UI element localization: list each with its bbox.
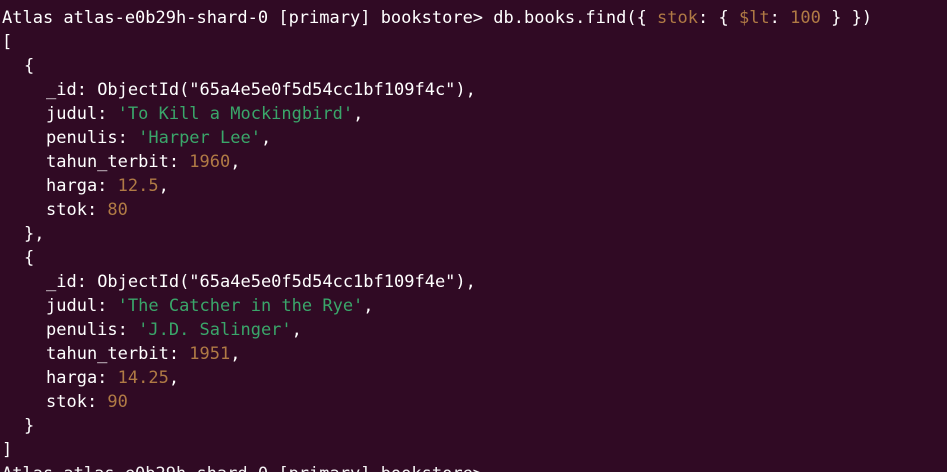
harga-value: 14.25	[117, 368, 169, 388]
id-key: _id:	[46, 80, 98, 100]
doc-tahun-line: tahun_terbit: 1960,	[46, 152, 241, 172]
stok-key: stok:	[46, 392, 108, 412]
judul-value: 'The Catcher in the Rye'	[117, 296, 364, 316]
tahun-key: tahun_terbit:	[46, 344, 190, 364]
query-operator: $lt	[738, 8, 770, 28]
id-value: ObjectId("65a4e5e0f5d54cc1bf109f4c"),	[97, 80, 476, 100]
id-key: _id:	[46, 272, 98, 292]
judul-key: judul:	[46, 296, 118, 316]
doc-tahun-line: tahun_terbit: 1951,	[46, 344, 241, 364]
next-prompt[interactable]: Atlas atlas-e0b29h-shard-0 [primary] boo…	[0, 462, 947, 472]
doc-harga-line: harga: 14.25,	[46, 368, 180, 388]
command-pre: db.books.find({	[493, 8, 658, 28]
stok-value: 80	[107, 200, 128, 220]
doc-judul-line: judul: 'To Kill a Mockingbird',	[46, 104, 364, 124]
doc-close-brace: }	[24, 416, 35, 436]
command-post: } })	[820, 8, 873, 28]
doc-id-line: _id: ObjectId("65a4e5e0f5d54cc1bf109f4c"…	[0, 78, 947, 102]
stok-key: stok:	[46, 200, 108, 220]
penulis-value: 'Harper Lee'	[138, 128, 261, 148]
prompt-text: Atlas atlas-e0b29h-shard-0 [primary] boo…	[2, 8, 494, 28]
stok-value: 90	[107, 392, 128, 412]
harga-value: 12.5	[117, 176, 159, 196]
doc-id-line: _id: ObjectId("65a4e5e0f5d54cc1bf109f4e"…	[0, 270, 947, 294]
result-open-bracket: [	[2, 32, 13, 52]
doc-harga-line: harga: 12.5,	[46, 176, 169, 196]
harga-key: harga:	[46, 176, 118, 196]
doc-judul-line: judul: 'The Catcher in the Rye',	[46, 296, 374, 316]
penulis-key: penulis:	[46, 128, 139, 148]
tahun-value: 1960	[189, 152, 231, 172]
judul-value: 'To Kill a Mockingbird'	[117, 104, 354, 124]
query-op-colon: :	[769, 8, 791, 28]
command-line: Atlas atlas-e0b29h-shard-0 [primary] boo…	[0, 6, 947, 30]
query-field: stok	[657, 8, 698, 28]
doc-close-brace: },	[24, 224, 45, 244]
doc-penulis-line: penulis: 'Harper Lee',	[46, 128, 272, 148]
result-close-bracket: ]	[2, 440, 13, 460]
tahun-key: tahun_terbit:	[46, 152, 190, 172]
doc-open-brace: {	[24, 56, 35, 76]
judul-key: judul:	[46, 104, 118, 124]
penulis-value: 'J.D. Salinger'	[138, 320, 292, 340]
tahun-value: 1951	[189, 344, 231, 364]
penulis-key: penulis:	[46, 320, 139, 340]
doc-open-brace: {	[24, 248, 35, 268]
harga-key: harga:	[46, 368, 118, 388]
id-value: ObjectId("65a4e5e0f5d54cc1bf109f4e"),	[97, 272, 476, 292]
doc-penulis-line: penulis: 'J.D. Salinger',	[46, 320, 302, 340]
terminal-window[interactable]: Atlas atlas-e0b29h-shard-0 [primary] boo…	[0, 0, 947, 472]
doc-stok-line: stok: 80	[0, 198, 947, 222]
query-value: 100	[790, 8, 821, 28]
doc-stok-line: stok: 90	[0, 390, 947, 414]
query-colon: : {	[698, 8, 739, 28]
